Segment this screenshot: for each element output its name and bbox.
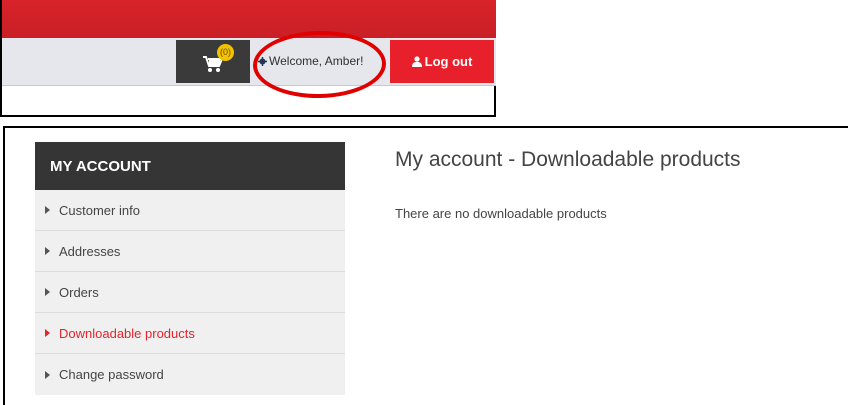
caret-right-icon [45,370,50,379]
logout-label: Log out [424,54,473,69]
sidebar-item-change-password[interactable]: Change password [35,354,345,395]
sidebar-item-customer-info[interactable]: Customer info [35,190,345,231]
sidebar-item-downloadable-products[interactable]: Downloadable products [35,313,345,354]
user-icon [411,56,422,67]
welcome-account-link[interactable]: Welcome, Amber! [258,51,363,71]
caret-right-icon [45,247,50,255]
account-screenshot-panel: MY ACCOUNT Customer info Addresses Order… [3,126,848,405]
sidebar-item-label: Customer info [59,202,140,218]
sidebar-item-label: Downloadable products [59,325,195,341]
header-screenshot-panel: (0) Welcome, Amber! Log out [0,0,496,117]
sidebar-item-orders[interactable]: Orders [35,272,345,313]
sidebar-title: MY ACCOUNT [35,142,345,190]
cart-count-badge: (0) [217,44,234,61]
account-sidebar: MY ACCOUNT Customer info Addresses Order… [35,142,345,395]
sidebar-item-label: Orders [59,284,99,300]
page-title: My account - Downloadable products [395,148,741,171]
empty-state-message: There are no downloadable products [395,206,607,221]
sidebar-item-label: Addresses [59,243,121,259]
sidebar-item-addresses[interactable]: Addresses [35,231,345,272]
sidebar-nav-list: Customer info Addresses Orders Downloada… [35,190,345,395]
caret-right-icon [45,288,50,296]
logout-button[interactable]: Log out [390,40,494,83]
caret-right-icon [45,329,50,337]
caret-right-icon [45,206,50,214]
sidebar-item-label: Change password [59,367,164,382]
header-red-band [2,0,496,38]
gear-icon [258,56,267,66]
welcome-text: Welcome, Amber! [269,54,364,68]
cart-button[interactable]: (0) [176,40,250,83]
